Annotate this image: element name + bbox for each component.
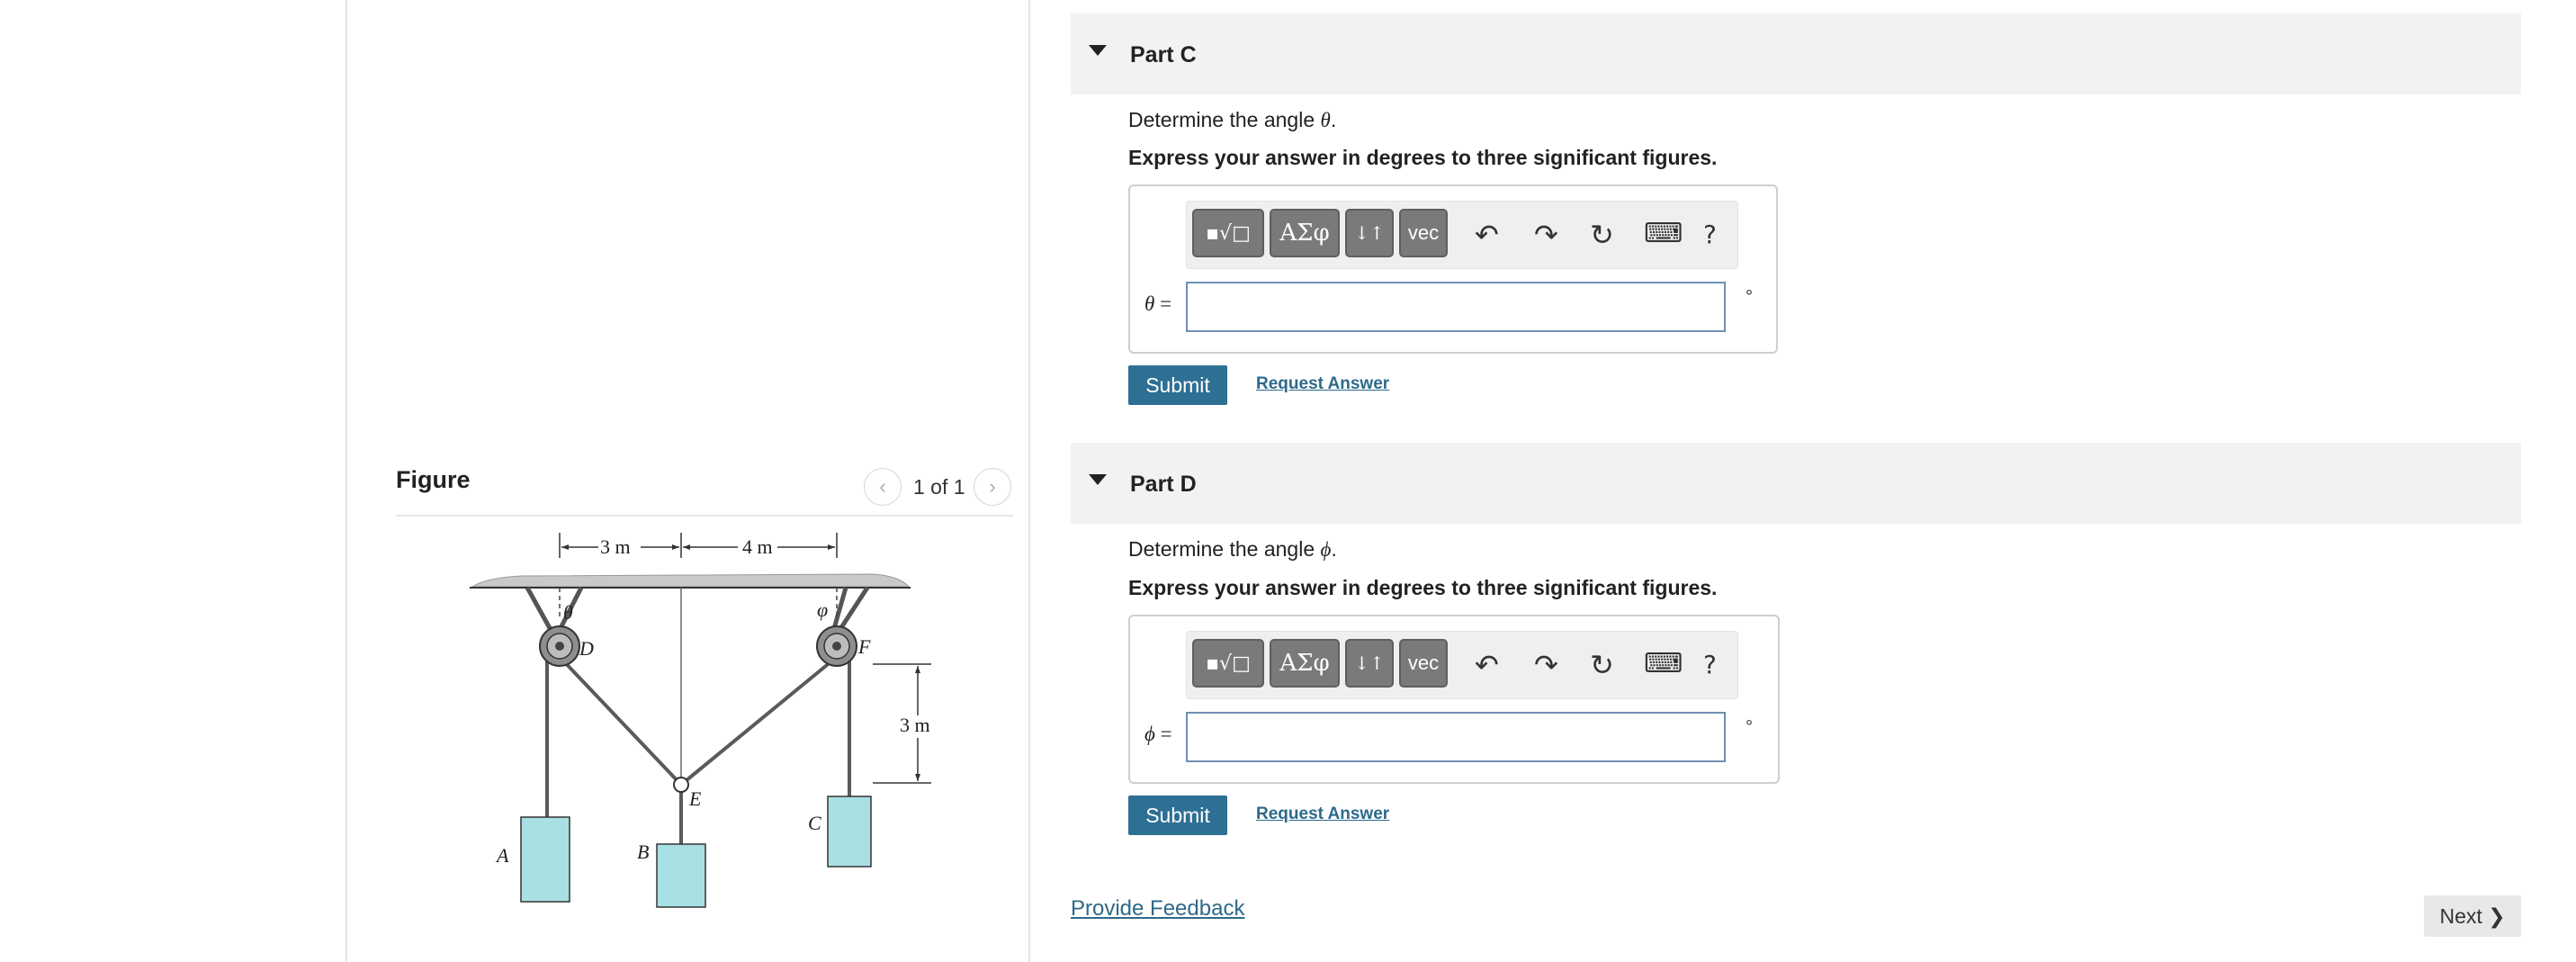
figure-prev-button[interactable]: ‹	[864, 468, 902, 506]
degree-unit: °	[1746, 717, 1753, 737]
part-d-submit-button[interactable]: Submit	[1128, 796, 1227, 835]
part-c-question: Determine the angle θ.	[1128, 108, 1337, 131]
help-icon[interactable]: ?	[1703, 220, 1717, 249]
subscript-superscript-button[interactable]: ↓↑	[1345, 209, 1394, 257]
theta-variable-label: θ =	[1144, 292, 1172, 315]
pulley-d	[539, 625, 580, 667]
undo-icon[interactable]: ↶	[1475, 648, 1499, 682]
label-e: E	[688, 787, 702, 810]
part-c-request-answer-link[interactable]: Request Answer	[1256, 374, 1389, 394]
part-d-header[interactable]: Part D	[1071, 443, 2521, 524]
templates-button[interactable]: ▪√□	[1192, 209, 1264, 257]
dim-4m-top: 4 m	[742, 535, 773, 558]
redo-icon[interactable]: ↷	[1534, 218, 1558, 252]
part-d-answer-box: ▪√□ ΑΣφ ↓↑ vec ↶ ↷ ↻ ⌨ ? ϕ = °	[1128, 615, 1780, 784]
phi-variable-label: ϕ =	[1144, 723, 1172, 745]
label-c: C	[808, 812, 821, 834]
part-d-title: Part D	[1130, 472, 1197, 497]
figure-header-rule	[396, 515, 1013, 517]
part-d-request-answer-link[interactable]: Request Answer	[1256, 805, 1389, 824]
part-c-answer-box: ▪√□ ΑΣφ ↓↑ vec ↶ ↷ ↻ ⌨ ? θ = °	[1128, 184, 1778, 354]
dim-3m-top: 3 m	[600, 535, 631, 558]
part-c-submit-button[interactable]: Submit	[1128, 365, 1227, 405]
keyboard-icon[interactable]: ⌨	[1644, 648, 1683, 679]
reset-icon[interactable]: ↻	[1590, 218, 1614, 252]
undo-icon[interactable]: ↶	[1475, 218, 1499, 252]
next-button[interactable]: Next ❯	[2424, 895, 2521, 937]
mass-a	[520, 816, 570, 903]
ring-e	[673, 777, 689, 793]
subscript-superscript-button[interactable]: ↓↑	[1345, 639, 1394, 688]
dim-3m-right: 3 m	[900, 714, 930, 736]
caret-down-icon	[1089, 474, 1107, 485]
label-phi: φ	[817, 598, 828, 621]
greek-symbols-button[interactable]: ΑΣφ	[1270, 209, 1340, 257]
label-a: A	[495, 844, 509, 867]
caret-down-icon	[1089, 45, 1107, 56]
vector-button[interactable]: vec	[1399, 639, 1448, 688]
pulley-system-figure: 3 m 4 m 3 m θ D φ F E A B C	[470, 533, 931, 908]
part-c-header[interactable]: Part C	[1071, 13, 2521, 94]
theta-answer-input[interactable]	[1186, 282, 1726, 332]
greek-symbols-button[interactable]: ΑΣφ	[1270, 639, 1340, 688]
figure-title: Figure	[396, 466, 471, 493]
label-theta: θ	[563, 601, 573, 624]
label-f: F	[857, 635, 871, 658]
redo-icon[interactable]: ↷	[1534, 648, 1558, 682]
label-b: B	[637, 841, 649, 863]
help-icon[interactable]: ?	[1703, 650, 1717, 679]
degree-unit: °	[1746, 287, 1753, 307]
part-d-question: Determine the angle ϕ.	[1128, 537, 1337, 561]
part-c-instruction: Express your answer in degrees to three …	[1128, 146, 1718, 169]
reset-icon[interactable]: ↻	[1590, 648, 1614, 682]
chevron-right-icon: ›	[989, 475, 996, 498]
part-c-title: Part C	[1130, 42, 1197, 67]
mass-b	[656, 843, 706, 908]
chevron-left-icon: ‹	[879, 475, 886, 498]
keyboard-icon[interactable]: ⌨	[1644, 218, 1683, 249]
math-toolbar: ▪√□ ΑΣφ ↓↑ vec ↶ ↷ ↻ ⌨ ?	[1186, 201, 1738, 269]
figure-panel-divider	[1028, 0, 1030, 962]
templates-button[interactable]: ▪√□	[1192, 639, 1264, 688]
part-d-instruction: Express your answer in degrees to three …	[1128, 576, 1718, 599]
label-d: D	[579, 637, 594, 660]
vector-button[interactable]: vec	[1399, 209, 1448, 257]
math-toolbar: ▪√□ ΑΣφ ↓↑ vec ↶ ↷ ↻ ⌨ ?	[1186, 631, 1738, 699]
mass-c	[827, 796, 872, 868]
phi-answer-input[interactable]	[1186, 712, 1726, 762]
figure-next-button[interactable]: ›	[974, 468, 1011, 506]
pulley-f	[816, 625, 857, 667]
provide-feedback-link[interactable]: Provide Feedback	[1071, 896, 1244, 922]
figure-page-count: 1 of 1	[913, 475, 965, 499]
left-gutter-divider	[346, 0, 347, 962]
